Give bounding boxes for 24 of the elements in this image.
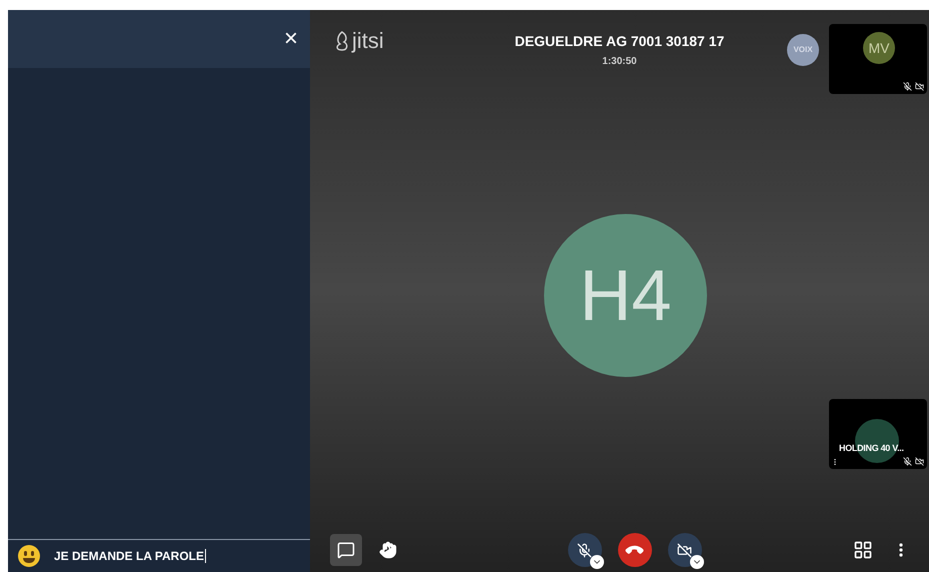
message-input[interactable]: JE DEMANDE LA PAROLE [54, 547, 206, 565]
participant-thumbnail[interactable]: MV [829, 24, 927, 94]
meeting-title: DEGUELDRE AG 7001 30187 17 [514, 32, 724, 51]
grid-icon [853, 540, 873, 560]
chat-button[interactable] [330, 534, 362, 566]
participant-thumbnail[interactable]: HOLDING 40 V... [829, 399, 927, 469]
chat-icon [337, 541, 355, 559]
microphone-button[interactable] [568, 533, 602, 567]
chevron-down-icon[interactable] [590, 555, 604, 569]
participant-name: HOLDING 40 V... [839, 442, 904, 455]
hang-up-button[interactable] [618, 533, 652, 567]
camera-off-icon [677, 542, 692, 558]
speaker-avatar: VOIX [787, 34, 819, 66]
participant-avatar: MV [863, 32, 895, 64]
close-button[interactable]: × [284, 27, 298, 51]
more-icon [899, 543, 903, 557]
hand-icon [379, 541, 397, 559]
chevron-down-icon[interactable] [690, 555, 704, 569]
camera-button[interactable] [668, 533, 702, 567]
mic-off-icon [577, 542, 592, 558]
logo-text: jitsi [352, 30, 384, 52]
smiley-icon[interactable] [18, 545, 40, 567]
large-avatar: H4 [544, 214, 707, 377]
meeting-timer: 1:30:50 [602, 55, 637, 69]
